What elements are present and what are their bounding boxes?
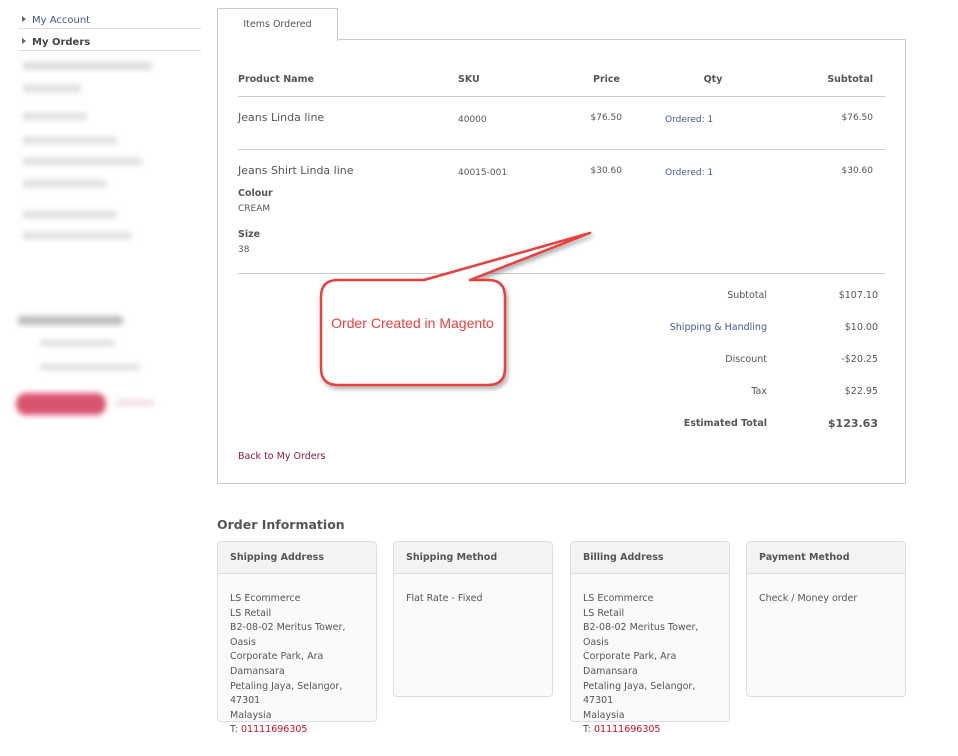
address-line: LS Ecommerce xyxy=(230,593,301,604)
billing-address-card: Billing Address LS Ecommerce LS Retail B… xyxy=(570,541,730,735)
divider xyxy=(238,96,885,97)
phone-link[interactable]: 01111696305 xyxy=(594,724,661,735)
sidebar-item-my-orders[interactable]: My Orders xyxy=(18,37,201,51)
phone-label: T: xyxy=(583,724,594,736)
address-line: Damansara xyxy=(583,665,638,677)
address-line: Corporate Park, Ara xyxy=(230,651,324,663)
column-header-sku: SKU xyxy=(458,74,480,85)
product-sku: 40000 xyxy=(458,115,487,125)
address-line: LS Retail xyxy=(230,607,272,619)
sidebar-item-my-account[interactable]: My Account xyxy=(18,15,201,29)
callout-text: Order Created in Magento xyxy=(331,315,494,331)
address-line: Petaling Jaya, Selangor, 47301 xyxy=(583,680,696,707)
totals-value: $10.00 xyxy=(844,322,878,333)
address-line: Malaysia xyxy=(230,709,272,721)
address-line: Damansara xyxy=(230,665,285,677)
address-line: B2-08-02 Meritus Tower, Oasis xyxy=(583,622,699,648)
tab-label: Items Ordered xyxy=(243,19,312,30)
option-label: Size xyxy=(238,229,261,240)
product-price: $30.60 xyxy=(590,166,623,176)
product-sku: 40015-001 xyxy=(458,168,508,178)
option-value: CREAM xyxy=(238,204,271,214)
column-header-product-name: Product Name xyxy=(238,74,314,85)
phone-link[interactable]: 01111696305 xyxy=(241,724,308,735)
column-header-price: Price xyxy=(593,74,620,85)
payment-method-card: Payment Method Check / Money order xyxy=(746,541,906,697)
card-title: Billing Address xyxy=(571,542,729,574)
totals-label: Estimated Total xyxy=(683,418,767,429)
totals-value: -$20.25 xyxy=(841,354,878,365)
product-qty: Ordered: 1 xyxy=(665,115,714,125)
shipping-method-value: Flat Rate - Fixed xyxy=(406,593,483,604)
totals-value: $107.10 xyxy=(838,290,878,301)
column-header-qty: Qty xyxy=(703,74,723,85)
divider xyxy=(238,149,885,150)
product-name: Jeans Shirt Linda line xyxy=(238,164,354,177)
grand-total-value: $123.63 xyxy=(827,417,878,430)
product-qty: Ordered: 1 xyxy=(665,168,714,178)
tab-items-ordered[interactable]: Items Ordered xyxy=(217,8,338,41)
option-label: Colour xyxy=(238,188,273,199)
card-title: Shipping Method xyxy=(394,542,552,574)
product-price: $76.50 xyxy=(590,113,623,123)
order-information-title: Order Information xyxy=(217,517,345,532)
sidebar-item-label: My Account xyxy=(32,15,91,26)
phone-label: T: xyxy=(230,724,241,736)
caret-right-icon xyxy=(22,38,26,44)
card-title: Shipping Address xyxy=(218,542,376,574)
product-subtotal: $76.50 xyxy=(841,113,874,123)
shipping-method-card: Shipping Method Flat Rate - Fixed xyxy=(393,541,553,697)
address-line: Malaysia xyxy=(583,709,625,721)
callout-bubble xyxy=(319,231,592,387)
back-to-my-orders-link[interactable]: Back to My Orders xyxy=(238,451,325,462)
column-header-subtotal: Subtotal xyxy=(827,74,873,85)
card-title: Payment Method xyxy=(747,542,905,574)
payment-method-value: Check / Money order xyxy=(759,593,858,604)
totals-value: $22.95 xyxy=(844,386,878,397)
product-subtotal: $30.60 xyxy=(841,166,874,176)
product-name: Jeans Linda line xyxy=(238,111,325,124)
sidebar-item-label: My Orders xyxy=(32,37,91,48)
address-line: Petaling Jaya, Selangor, 47301 xyxy=(230,680,343,707)
shipping-address-card: Shipping Address LS Ecommerce LS Retail … xyxy=(217,541,377,735)
address-line: B2-08-02 Meritus Tower, Oasis xyxy=(230,622,346,648)
address-line: LS Retail xyxy=(583,607,625,619)
address-line: LS Ecommerce xyxy=(583,593,654,604)
address-line: Corporate Park, Ara xyxy=(583,651,677,663)
option-value: 38 xyxy=(238,245,250,255)
caret-right-icon xyxy=(22,16,26,22)
